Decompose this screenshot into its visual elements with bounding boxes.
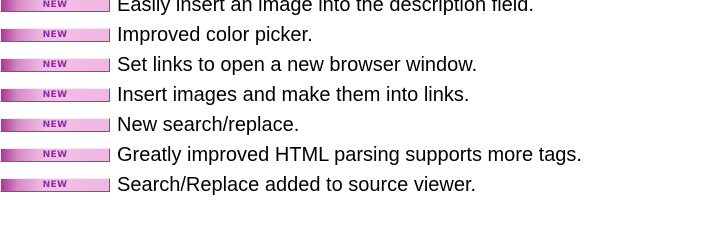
feature-item-5: NEW New search/replace. <box>0 107 716 137</box>
new-badge-label: NEW <box>42 59 68 70</box>
feature-description: Search/Replace added to source viewer. <box>117 174 477 196</box>
new-features-list: NEW Easily insert an image into the desc… <box>0 0 716 197</box>
feature-description: Easily insert an image into the descript… <box>117 0 534 16</box>
feature-description: Greatly improved HTML parsing supports m… <box>117 144 582 166</box>
new-badge-icon: NEW <box>0 58 110 72</box>
new-badge-label: NEW <box>42 119 68 130</box>
feature-description: New search/replace. <box>117 114 300 136</box>
new-badge-icon: NEW <box>0 148 110 162</box>
new-badge-label: NEW <box>42 149 68 160</box>
new-badge-icon: NEW <box>0 118 110 132</box>
new-badge-icon: NEW <box>0 178 110 192</box>
feature-description: Improved color picker. <box>117 24 313 46</box>
new-badge-label: NEW <box>42 89 68 100</box>
new-badge-icon: NEW <box>0 28 110 42</box>
feature-item-6: NEW Greatly improved HTML parsing suppor… <box>0 137 716 167</box>
feature-item-7: NEW Search/Replace added to source viewe… <box>0 167 716 197</box>
feature-item-1: NEW Easily insert an image into the desc… <box>0 0 716 17</box>
new-badge-label: NEW <box>42 0 68 10</box>
new-badge-icon: NEW <box>0 0 110 12</box>
new-badge-label: NEW <box>42 179 68 190</box>
feature-item-3: NEW Set links to open a new browser wind… <box>0 47 716 77</box>
new-badge-label: NEW <box>42 29 68 40</box>
feature-description: Insert images and make them into links. <box>117 84 470 106</box>
feature-item-4: NEW Insert images and make them into lin… <box>0 77 716 107</box>
feature-description: Set links to open a new browser window. <box>117 54 478 76</box>
feature-item-2: NEW Improved color picker. <box>0 17 716 47</box>
new-badge-icon: NEW <box>0 88 110 102</box>
